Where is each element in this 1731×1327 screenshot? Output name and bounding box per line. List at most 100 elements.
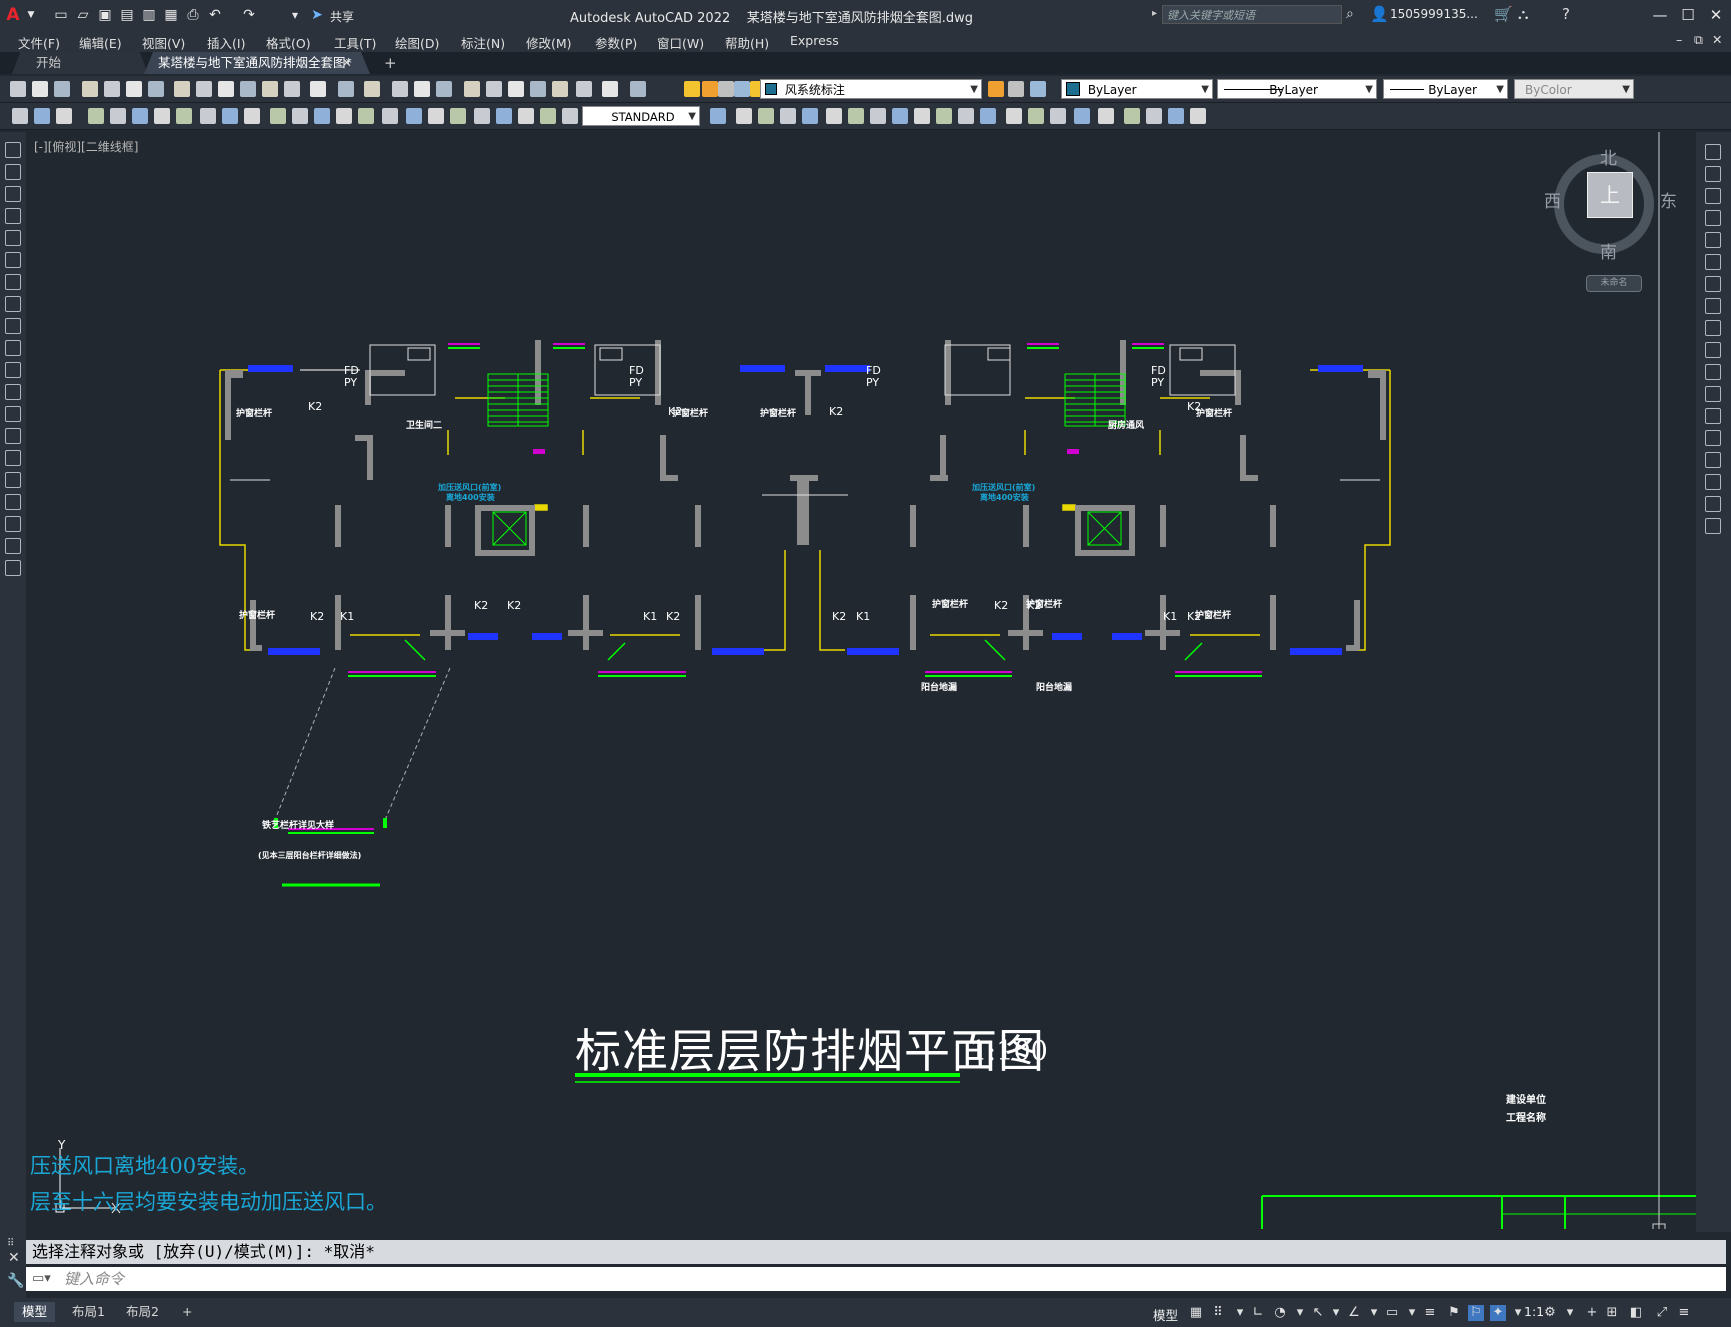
command-input[interactable]: ▭▾ 键入命令 (26, 1267, 1726, 1291)
draw-tool-icon-9[interactable] (200, 108, 216, 124)
menu-parametric[interactable]: 参数(P) (595, 33, 637, 52)
right-modify-tool-icon-9[interactable] (1705, 320, 1721, 336)
standard-tool-icon-5[interactable] (104, 81, 120, 97)
new-tab-button[interactable]: + (384, 54, 397, 72)
layout-tab-2[interactable]: 布局2 (118, 1302, 167, 1322)
draw-tool-icon-5[interactable] (110, 108, 126, 124)
draw-tool-icon-17[interactable] (382, 108, 398, 124)
plot-icon[interactable]: ⎙ (184, 6, 202, 24)
status-toggle-icon-13[interactable]: ≡ (1422, 1305, 1438, 1321)
status-toggle-icon-22[interactable]: ◧ (1628, 1305, 1644, 1321)
draw-tool-icon-41[interactable] (1050, 108, 1066, 124)
open-web-icon[interactable]: ▥ (140, 6, 158, 24)
viewcube-west[interactable]: 西 (1544, 187, 1561, 212)
status-toggle-icon-4[interactable]: ∟ (1250, 1305, 1266, 1321)
left-draw-tool-icon-8[interactable] (5, 296, 21, 312)
standard-tool-icon-11[interactable] (240, 81, 256, 97)
draw-tool-icon-19[interactable] (428, 108, 444, 124)
draw-tool-icon-27[interactable] (736, 108, 752, 124)
plotstyle-dropdown[interactable]: ByColor ▼ (1514, 79, 1634, 99)
share-label[interactable]: 共享 (330, 8, 354, 25)
draw-tool-icon-11[interactable] (244, 108, 260, 124)
draw-tool-icon-33[interactable] (870, 108, 886, 124)
standard-tool-icon-25[interactable] (576, 81, 592, 97)
left-draw-tool-icon-5[interactable] (5, 230, 21, 246)
redo-icon[interactable]: ↷ (240, 6, 258, 24)
status-toggle-icon-11[interactable]: ▭ (1384, 1305, 1400, 1321)
wcs-menu[interactable]: 未命名 (1586, 275, 1642, 292)
left-draw-tool-icon-1[interactable] (5, 142, 21, 158)
status-toggle-icon-6[interactable]: ▾ (1292, 1305, 1308, 1321)
draw-tool-icon-14[interactable] (314, 108, 330, 124)
right-modify-tool-icon-4[interactable] (1705, 210, 1721, 226)
draw-tool-icon-36[interactable] (936, 108, 952, 124)
standard-tool-icon-19[interactable] (436, 81, 452, 97)
left-draw-tool-icon-9[interactable] (5, 318, 21, 334)
layer-dropdown[interactable]: 风系统标注 ▼ (760, 79, 982, 99)
doc-restore-icon[interactable]: ⧉ (1694, 32, 1703, 48)
left-draw-tool-icon-13[interactable] (5, 406, 21, 422)
help-search-input[interactable]: 键入关键字或短语 (1162, 5, 1342, 24)
draw-tool-icon-10[interactable] (222, 108, 238, 124)
standard-tool-icon-10[interactable] (218, 81, 234, 97)
menu-express[interactable]: Express (790, 33, 839, 48)
draw-tool-icon-38[interactable] (980, 108, 996, 124)
draw-tool-icon-40[interactable] (1028, 108, 1044, 124)
left-draw-tool-icon-10[interactable] (5, 340, 21, 356)
draw-tool-icon-6[interactable] (132, 108, 148, 124)
lineweight-dropdown[interactable]: ByLayer ▼ (1383, 79, 1508, 99)
save-as-icon[interactable]: ▤ (118, 6, 136, 24)
draw-tool-icon-29[interactable] (780, 108, 796, 124)
add-layout-button[interactable]: + (174, 1302, 200, 1322)
undo-icon[interactable]: ↶ (206, 6, 224, 24)
draw-tool-icon-31[interactable] (826, 108, 842, 124)
layer-tool-icon-1[interactable] (684, 81, 700, 97)
layer-tool-icon-3[interactable] (718, 81, 734, 97)
draw-tool-icon-45[interactable] (1146, 108, 1162, 124)
drawing-canvas[interactable]: [-][俯视][二维线框] 标准层层防排烟平面图 1:100 压送风口离地400… (26, 132, 1696, 1229)
new-file-icon[interactable]: ▭ (52, 6, 70, 24)
draw-tool-icon-21[interactable] (474, 108, 490, 124)
draw-tool-icon-8[interactable] (176, 108, 192, 124)
draw-tool-icon-20[interactable] (450, 108, 466, 124)
standard-tool-icon-26[interactable] (602, 81, 618, 97)
doc-minimize-icon[interactable]: – (1676, 32, 1682, 47)
draw-tool-icon-18[interactable] (406, 108, 422, 124)
right-modify-tool-icon-2[interactable] (1705, 166, 1721, 182)
right-modify-tool-icon-18[interactable] (1705, 518, 1721, 534)
draw-tool-icon-24[interactable] (540, 108, 556, 124)
standard-tool-icon-4[interactable] (82, 81, 98, 97)
annotation-scale[interactable]: 1:1 (1524, 1304, 1544, 1319)
maximize-button[interactable]: ☐ (1674, 4, 1702, 26)
left-draw-tool-icon-18[interactable] (5, 516, 21, 532)
standard-tool-icon-3[interactable] (54, 81, 70, 97)
status-toggle-icon-18[interactable]: ⚙ (1542, 1305, 1558, 1321)
standard-tool-icon-22[interactable] (508, 81, 524, 97)
left-draw-tool-icon-20[interactable] (5, 560, 21, 576)
standard-tool-icon-18[interactable] (414, 81, 430, 97)
right-modify-tool-icon-3[interactable] (1705, 188, 1721, 204)
menu-draw[interactable]: 绘图(D) (395, 33, 439, 52)
status-toggle-icon-8[interactable]: ▾ (1328, 1305, 1344, 1321)
standard-tool-icon-23[interactable] (530, 81, 546, 97)
layer-tool-icon-8[interactable] (1030, 81, 1046, 97)
status-toggle-icon-24[interactable]: ≡ (1676, 1305, 1692, 1321)
model-space-button[interactable]: 模型 (1153, 1305, 1178, 1324)
status-toggle-icon-3[interactable]: ▾ (1232, 1305, 1248, 1321)
standard-tool-icon-13[interactable] (284, 81, 300, 97)
status-toggle-icon-1[interactable]: ▦ (1188, 1305, 1204, 1321)
draw-tool-icon-15[interactable] (336, 108, 352, 124)
draw-tool-icon-32[interactable] (848, 108, 864, 124)
draw-tool-icon-13[interactable] (292, 108, 308, 124)
autodesk-app-icon[interactable]: ⛬ (1518, 5, 1529, 23)
draw-tool-icon-4[interactable] (88, 108, 104, 124)
close-command-icon[interactable]: ✕ (8, 1250, 20, 1266)
tab-drawing[interactable]: 某塔楼与地下室通风防排烟全套图* ✕ (144, 52, 370, 74)
menu-help[interactable]: 帮助(H) (725, 33, 769, 52)
help-icon[interactable]: ? (1562, 5, 1570, 23)
color-dropdown[interactable]: ByLayer ▼ (1061, 79, 1213, 99)
search-icon[interactable]: ⌕ (1346, 6, 1354, 22)
draw-tool-icon-16[interactable] (358, 108, 374, 124)
standard-tool-icon-27[interactable] (630, 81, 646, 97)
draw-tool-icon-22[interactable] (496, 108, 512, 124)
